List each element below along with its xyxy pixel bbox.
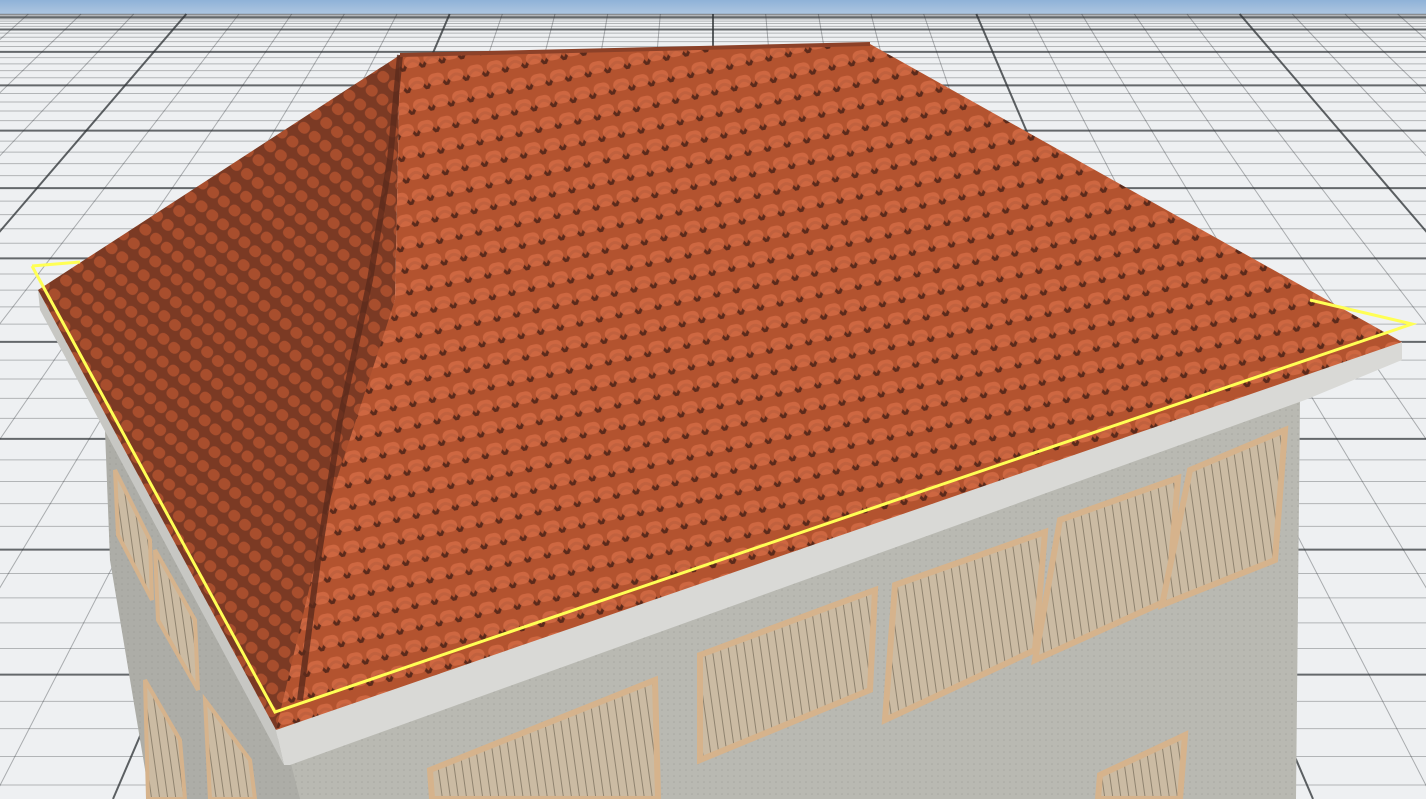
3d-viewport[interactable] bbox=[0, 0, 1426, 799]
scene-canvas[interactable] bbox=[0, 0, 1426, 799]
